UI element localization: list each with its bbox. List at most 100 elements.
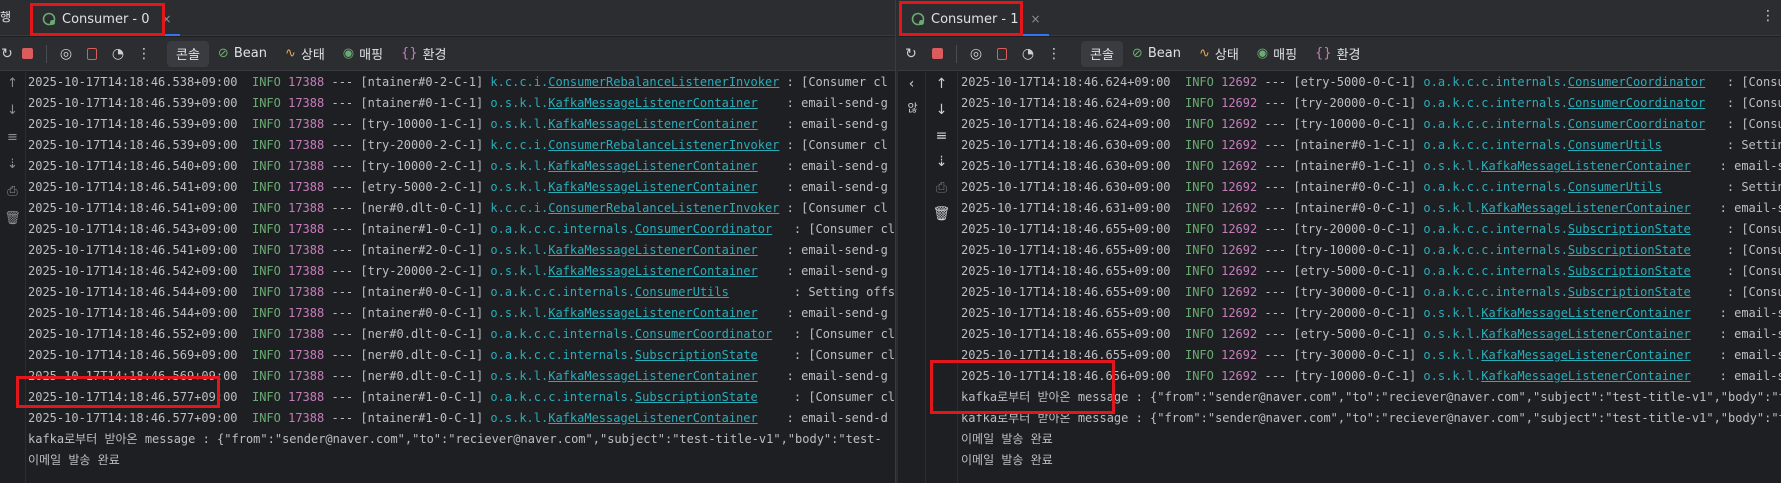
logger-class-link[interactable]: KafkaMessageListenerContainer: [548, 180, 758, 194]
arrow-up-icon[interactable]: ↑: [936, 76, 948, 92]
trash-icon[interactable]: 🗑: [933, 206, 951, 222]
collapse-icon[interactable]: ‹: [909, 76, 915, 92]
log-timestamp: 2025-10-17T14:18:46.539+09:00: [28, 96, 238, 110]
dump-icon[interactable]: [79, 42, 105, 66]
log-level: INFO: [251, 411, 281, 425]
print-icon[interactable]: ⎙: [7, 184, 17, 199]
app-output-line: kafka로부터 받아온 message : {"from":"sender@n…: [961, 411, 1781, 425]
tab-bean[interactable]: ⊘ Bean: [1123, 41, 1190, 67]
logger-class-link[interactable]: KafkaMessageListenerContainer: [548, 243, 758, 257]
log-thread: --- [try-20000-0-C-1]: [1264, 222, 1417, 236]
print-icon[interactable]: ⎙: [936, 180, 947, 196]
logger-class-link[interactable]: SubscriptionState: [1568, 243, 1691, 257]
logger-class-link[interactable]: SubscriptionState: [1568, 222, 1691, 236]
log-level: INFO: [251, 201, 281, 215]
logger-class-link[interactable]: KafkaMessageListenerContainer: [548, 369, 758, 383]
log-level: INFO: [251, 138, 281, 152]
log-pid: 12692: [1221, 285, 1258, 299]
logger-class-link[interactable]: KafkaMessageListenerContainer: [548, 306, 758, 320]
tab-console[interactable]: 콘솔: [167, 40, 209, 67]
tab-status[interactable]: ∿ 상태: [276, 41, 334, 67]
camera-icon[interactable]: ◎: [963, 42, 989, 66]
logger-class-link[interactable]: ConsumerCoordinator: [1568, 75, 1705, 89]
logger-class-link[interactable]: ConsumerRebalanceListenerInvoker: [548, 201, 779, 215]
logger-class-link[interactable]: KafkaMessageListenerContainer: [1481, 159, 1691, 173]
scroll-end-icon[interactable]: ⇣: [936, 154, 948, 170]
tab-console[interactable]: 콘솔: [1081, 40, 1123, 67]
rerun-icon[interactable]: ↻: [0, 42, 14, 66]
more-icon[interactable]: ⋮: [1041, 42, 1067, 66]
log-timestamp: 2025-10-17T14:18:46.539+09:00: [28, 117, 238, 131]
logger-class-link[interactable]: ConsumerUtils: [635, 285, 729, 299]
logger-class-link[interactable]: KafkaMessageListenerContainer: [548, 117, 758, 131]
wrap-icon[interactable]: ≡: [7, 130, 18, 145]
log-pid: 12692: [1221, 180, 1258, 194]
trash-icon[interactable]: 🗑: [4, 211, 21, 226]
logger-class-link[interactable]: SubscriptionState: [1568, 264, 1691, 278]
log-thread: --- [try-20000-0-C-1]: [1264, 306, 1417, 320]
logger-class-link[interactable]: ConsumerCoordinator: [635, 327, 772, 341]
logger-class-link[interactable]: ConsumerCoordinator: [1568, 117, 1705, 131]
log-level: INFO: [1184, 96, 1214, 110]
log-timestamp: 2025-10-17T14:18:46.552+09:00: [28, 327, 238, 341]
dump-icon[interactable]: [989, 42, 1015, 66]
logger-class-link[interactable]: KafkaMessageListenerContainer: [1481, 306, 1691, 320]
tab-consumer-0[interactable]: Consumer - 0 ×: [34, 4, 180, 36]
stop-icon[interactable]: [14, 42, 40, 66]
log-timestamp: 2025-10-17T14:18:46.538+09:00: [28, 75, 238, 89]
logger-class-link[interactable]: SubscriptionState: [635, 390, 758, 404]
log-timestamp: 2025-10-17T14:18:46.569+09:00: [28, 348, 238, 362]
logger-class-link[interactable]: KafkaMessageListenerContainer: [548, 96, 758, 110]
tab-mapping[interactable]: ◉ 매핑: [334, 41, 392, 67]
log-logger: o.s.k.l.KafkaMessageListenerContainer: [490, 306, 758, 320]
console-output[interactable]: 2025-10-17T14:18:46.538+09:00 INFO 17388…: [28, 72, 895, 483]
logger-class-link[interactable]: KafkaMessageListenerContainer: [1481, 348, 1691, 362]
logger-class-link[interactable]: ConsumerUtils: [1568, 180, 1662, 194]
gauge-icon[interactable]: ◔: [105, 42, 131, 66]
logger-class-link[interactable]: KafkaMessageListenerContainer: [548, 411, 758, 425]
app-output-line: 이메일 발송 완료: [961, 432, 1053, 446]
logger-class-link[interactable]: KafkaMessageListenerContainer: [1481, 327, 1691, 341]
arrow-down-icon[interactable]: ↓: [936, 102, 948, 118]
logger-class-link[interactable]: KafkaMessageListenerContainer: [1481, 369, 1691, 383]
logger-class-link[interactable]: SubscriptionState: [1568, 285, 1691, 299]
tab-consumer-1[interactable]: Consumer - 1 ×: [903, 4, 1049, 36]
log-timestamp: 2025-10-17T14:18:46.577+09:00: [28, 390, 238, 404]
logger-class-link[interactable]: KafkaMessageListenerContainer: [1481, 201, 1691, 215]
log-timestamp: 2025-10-17T14:18:46.544+09:00: [28, 285, 238, 299]
console-toolbar: ↻ ◎ ◔ ⋮ 콘솔 ⊘ Bean ∿ 상태 ◉ 매핑 {} 환경: [0, 37, 895, 71]
tab-mapping[interactable]: ◉ 매핑: [1248, 41, 1306, 67]
mapping-icon: ◉: [342, 46, 355, 61]
tab-environment[interactable]: {} 환경: [392, 41, 455, 67]
camera-icon[interactable]: ◎: [53, 42, 79, 66]
logger-class-link[interactable]: ConsumerCoordinator: [1568, 96, 1705, 110]
app-output-line: kafka로부터 받아온 message : {"from":"sender@n…: [28, 432, 882, 446]
logger-class-link[interactable]: ConsumerUtils: [1568, 138, 1662, 152]
soft-wrap-icon[interactable]: ≡: [936, 128, 948, 144]
arrow-icon[interactable]: ↓: [7, 103, 18, 118]
scroll-end-icon[interactable]: ⇣: [7, 157, 18, 172]
log-thread: --- [ntainer#0-0-C-1]: [1264, 201, 1417, 215]
gauge-icon[interactable]: ◔: [1015, 42, 1041, 66]
close-icon[interactable]: ×: [162, 12, 172, 26]
logger-class-link[interactable]: KafkaMessageListenerContainer: [548, 159, 758, 173]
logger-class-link[interactable]: ConsumerCoordinator: [635, 222, 772, 236]
log-timestamp: 2025-10-17T14:18:46.541+09:00: [28, 180, 238, 194]
rerun-icon[interactable]: ↻: [898, 42, 924, 66]
console-output[interactable]: 2025-10-17T14:18:46.624+09:00 INFO 12692…: [961, 72, 1781, 483]
logger-class-link[interactable]: ConsumerRebalanceListenerInvoker: [548, 75, 779, 89]
logger-class-link[interactable]: KafkaMessageListenerContainer: [548, 264, 758, 278]
log-logger: o.a.k.c.c.internals.ConsumerUtils: [490, 285, 729, 299]
stop-icon[interactable]: [924, 42, 950, 66]
tab-status[interactable]: ∿ 상태: [1190, 41, 1248, 67]
tab-bean[interactable]: ⊘ Bean: [209, 41, 276, 67]
log-pid: 12692: [1221, 117, 1258, 131]
more-icon[interactable]: ⋮: [131, 42, 157, 66]
logger-class-link[interactable]: SubscriptionState: [635, 348, 758, 362]
tab-environment[interactable]: {} 환경: [1306, 41, 1369, 67]
arrow-icon[interactable]: ↑: [7, 76, 18, 91]
log-line: 2025-10-17T14:18:46.577+09:00 INFO 17388…: [28, 387, 895, 408]
more-icon[interactable]: ⋮: [1761, 8, 1775, 24]
logger-class-link[interactable]: ConsumerRebalanceListenerInvoker: [548, 138, 779, 152]
close-icon[interactable]: ×: [1031, 12, 1041, 26]
